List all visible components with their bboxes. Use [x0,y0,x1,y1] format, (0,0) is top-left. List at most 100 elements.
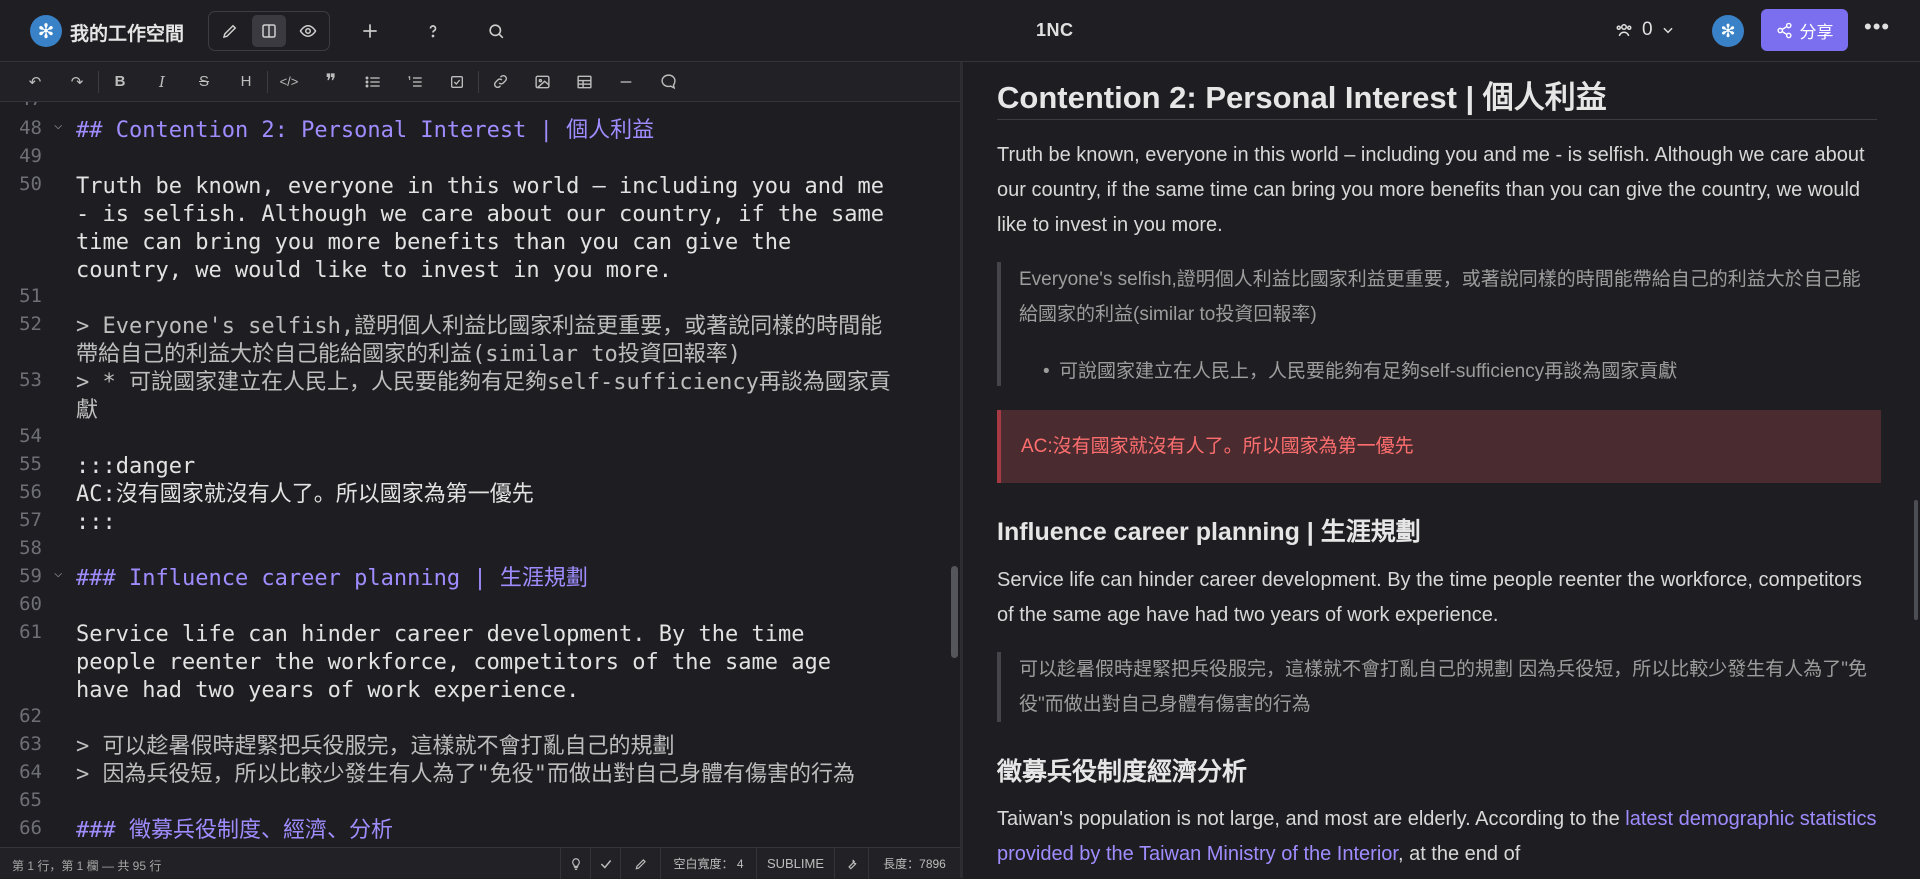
preview-heading-2: Contention 2: Personal Interest | 個人利益 [997,80,1607,115]
bullet-list-icon [365,76,380,87]
preview-paragraph: Service life can hinder career developme… [997,569,1862,626]
user-avatar[interactable]: ✻ [1712,15,1744,47]
line-number: 52 [19,313,42,335]
line-number: 54 [19,425,42,447]
bold-button[interactable]: B [99,62,141,102]
line-number: 63 [19,733,42,755]
markdown-preview: Contention 2: Personal Interest | 個人利益 T… [963,62,1920,878]
link-icon [493,74,507,89]
plus-icon [363,24,377,38]
editor-line-text: Service life can hinder career developme… [76,622,831,703]
split-mode-button[interactable] [251,15,287,47]
redo-button[interactable]: ↷ [56,62,98,102]
indent-setting[interactable]: 空白寬度： 4 [660,848,756,879]
code-button[interactable]: </> [268,62,310,102]
line-number: 66 [19,817,42,839]
line-number: 59 [19,565,42,587]
online-users-button[interactable]: 0 [1614,19,1675,41]
search-icon [488,23,503,38]
editor-line-text: > 因為兵役短，所以比較少發生有人為了"免役"而做出對自己身體有傷害的行為 [76,762,855,787]
heading-rule [997,119,1877,120]
line-number: 53 [19,369,42,391]
line-number: 64 [19,761,42,783]
pen-icon [635,858,646,869]
italic-button[interactable]: I [141,62,183,102]
image-icon [534,75,550,88]
view-mode-button[interactable] [290,15,325,47]
line-number: 56 [19,481,42,503]
paragraph-text: Taiwan's population is not large, and mo… [997,808,1626,830]
editor-line-text: ### Influence career planning | 生涯規劃 [76,566,588,591]
undo-button[interactable]: ↶ [14,62,56,102]
line-number: 50 [19,173,42,195]
line-number: 57 [19,509,42,531]
fold-chevron-icon[interactable]: ⌵ [54,117,62,133]
editor-line-text: > Everyone's selfish,證明個人利益比國家利益更重要，或著說同… [76,314,883,367]
share-label: 分享 [1799,22,1834,42]
line-number: 55 [19,453,42,475]
top-bar: ✻ 我的工作空間 1NC 0 ✻ 分享 ••• [0,0,1920,62]
link-button[interactable] [479,62,521,102]
blockquote-text: 可以趁暑假時趕緊把兵役服完，這樣就不會打亂自己的規劃 因為兵役短，所以比較少發生… [1019,659,1868,715]
editor-line-text: :::danger [76,454,196,479]
lightbulb-button[interactable] [560,848,590,879]
line-number: 47 [0,102,42,110]
blockquote-text: Everyone's selfish,證明個人利益比國家利益更重要，或著說同樣的… [1019,269,1861,325]
chevron-down-icon [1662,27,1673,34]
strikethrough-button[interactable]: S [183,62,225,102]
markdown-editor[interactable]: 47 48 ⌵ ## Contention 2: Personal Intere… [0,102,960,847]
horizontal-rule-icon [620,80,632,83]
line-number: 58 [19,537,42,559]
fold-chevron-icon[interactable]: ⌵ [54,565,62,581]
editor-line-text: ## Contention 2: Personal Interest | 個人利… [76,118,655,143]
spellcheck-button[interactable] [590,848,620,879]
search-button[interactable] [481,16,511,46]
preview-blockquote: 可以趁暑假時趕緊把兵役服完，這樣就不會打亂自己的規劃 因為兵役短，所以比較少發生… [997,652,1877,722]
editor-line-text: ### 徵募兵役制度、經濟、分析 [76,818,393,843]
app-logo-icon[interactable]: ✻ [30,15,62,47]
editor-scrollbar[interactable] [951,566,958,658]
checkbox-icon [451,75,463,88]
preview-scrollbar[interactable] [1914,500,1918,620]
paragraph-text: , at the end of [1397,843,1521,865]
status-bar: 第 1 行，第 1 欄 — 共 95 行 空白寬度： 4 SUBLIME 長度：… [0,847,960,879]
keymap-setting[interactable]: SUBLIME [756,848,834,879]
view-mode-group [208,11,330,51]
linter-button[interactable] [620,848,660,879]
quote-button[interactable]: ❞ [310,62,352,102]
editor-line-text: > * 可說國家建立在人民上，人民要能夠有足夠self-sufficiency再… [76,370,891,423]
preview-heading-3: Influence career planning | 生涯規劃 [997,518,1421,546]
eye-icon [299,24,317,38]
heading-icon: H [240,73,252,90]
danger-alert: AC:沒有國家就沒有人了。所以國家為第一優先 [997,410,1881,483]
workspace-name[interactable]: 我的工作空間 [70,19,184,46]
lightbulb-icon [571,857,580,870]
preview-heading-3: 徵募兵役制度經濟分析 [997,758,1248,786]
line-number: 49 [19,145,42,167]
table-icon [576,75,592,88]
image-button[interactable] [521,62,563,102]
new-note-button[interactable] [355,16,385,46]
editor-line-text: AC:沒有國家就沒有人了。所以國家為第一優先 [76,482,534,507]
bullet-list-button[interactable] [352,62,394,102]
check-icon [600,859,611,869]
question-icon [429,25,437,38]
settings-button[interactable] [834,848,868,879]
help-button[interactable] [418,16,448,46]
numbered-list-button[interactable] [394,62,436,102]
heading-button[interactable]: H [225,62,267,102]
users-icon [1616,24,1632,37]
code-icon: </> [279,74,299,89]
comment-button[interactable] [647,62,689,102]
line-number: 61 [19,621,42,643]
share-button[interactable]: 分享 [1761,9,1848,51]
table-button[interactable] [563,62,605,102]
edit-mode-button[interactable] [213,15,248,47]
horizontal-rule-button[interactable] [605,62,647,102]
checklist-button[interactable] [436,62,478,102]
editor-toolbar: ↶ ↷ B I S H </> ❞ [0,62,960,102]
blockquote-list-item: 可說國家建立在人民上，人民要能夠有足夠self-sufficiency再談為國家… [1043,354,1677,389]
line-number: 62 [19,705,42,727]
more-menu-button[interactable]: ••• [1864,14,1890,40]
split-view-icon [262,24,276,38]
